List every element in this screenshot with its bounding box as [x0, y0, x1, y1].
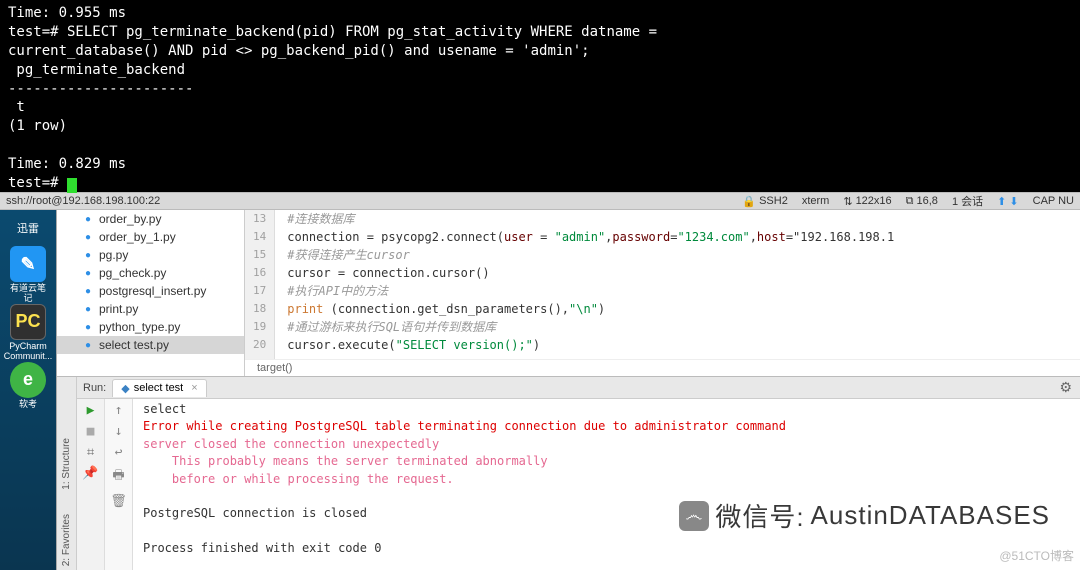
python-file-icon: ● [81, 284, 95, 298]
desktop-app-cloud-notes[interactable]: ✎有道云笔记 [7, 246, 49, 304]
trash-icon[interactable]: 🗑 [110, 494, 127, 509]
print-icon[interactable]: 🖶 [112, 466, 124, 488]
desktop-strip: 迅雷 ✎有道云笔记PCPyCharm Communit...e软考 [0, 210, 56, 570]
run-label: Run: [77, 382, 112, 394]
session-arrows[interactable]: ⬆ ⬇ [997, 195, 1019, 208]
run-header: Run: ◆ select test × ⚙ [77, 377, 1080, 399]
tree-file[interactable]: ●pg.py [57, 246, 244, 264]
python-file-icon: ● [81, 338, 95, 352]
tree-file[interactable]: ●print.py [57, 300, 244, 318]
python-file-icon: ● [81, 248, 95, 262]
session-count: 1 会话 [952, 193, 983, 209]
desktop-app-pycharm[interactable]: PCPyCharm Communit... [7, 304, 49, 362]
desktop-label-xunlei[interactable]: 迅雷 [17, 220, 39, 236]
run-toolbar-secondary: ↑ ↓ ↩ 🖶 🗑 [105, 399, 133, 570]
ssh-protocol: 🔒SSH2 [742, 195, 787, 208]
up-arrow-icon[interactable]: ↑ [115, 403, 123, 418]
tree-file[interactable]: ●order_by.py [57, 210, 244, 228]
python-file-icon: ● [81, 212, 95, 226]
lower-region: 迅雷 ✎有道云笔记PCPyCharm Communit...e软考 ●order… [0, 210, 1080, 570]
desktop-app-ruankao[interactable]: e软考 [7, 362, 49, 410]
tree-file[interactable]: ●select test.py [57, 336, 244, 354]
tree-file[interactable]: ●pg_check.py [57, 264, 244, 282]
tree-file[interactable]: ●order_by_1.py [57, 228, 244, 246]
python-file-icon: ● [81, 302, 95, 316]
run-tab-label: select test [134, 382, 184, 394]
term-type: xterm [802, 195, 830, 207]
cursor-position: ⧉ 16,8 [906, 195, 938, 208]
stop-icon[interactable]: ■ [87, 424, 95, 439]
python-file-icon: ● [81, 320, 95, 334]
tab-favorites[interactable]: 2: Favorites [61, 514, 72, 566]
pin-icon[interactable]: 📌 [82, 466, 98, 481]
editor[interactable]: 1314151617181920 #连接数据库connection = psyc… [245, 210, 1080, 376]
code-text[interactable]: #连接数据库connection = psycopg2.connect(user… [275, 210, 1080, 359]
left-tool-tabs[interactable]: 1: Structure 2: Favorites [57, 377, 77, 570]
ide-window: ●order_by.py●order_by_1.py●pg.py●pg_chec… [56, 210, 1080, 570]
soft-wrap-icon[interactable]: ↩ [115, 445, 123, 460]
python-file-icon: ● [81, 266, 95, 280]
rerun-icon[interactable]: ▶ [87, 403, 95, 418]
ssh-status-bar: ssh://root@192.168.198.100:22 🔒SSH2 xter… [0, 192, 1080, 210]
python-file-icon: ● [81, 230, 95, 244]
line-gutter: 1314151617181920 [245, 210, 275, 359]
run-panel: 1: Structure 2: Favorites Run: ◆ select … [57, 376, 1080, 570]
run-toolbar-primary: ▶ ■ ⌗ 📌 [77, 399, 105, 570]
term-flags: CAP NU [1033, 195, 1074, 207]
lock-icon: 🔒 [742, 195, 756, 208]
gear-icon[interactable]: ⚙ [1051, 379, 1080, 396]
tree-file[interactable]: ●postgresql_insert.py [57, 282, 244, 300]
run-tab[interactable]: ◆ select test × [112, 379, 206, 397]
project-tree[interactable]: ●order_by.py●order_by_1.py●pg.py●pg_chec… [57, 210, 245, 376]
python-icon: ◆ [121, 382, 129, 395]
breadcrumb[interactable]: target() [245, 359, 1080, 376]
ssh-connection-string: ssh://root@192.168.198.100:22 [6, 195, 728, 207]
down-arrow-icon[interactable]: ↓ [115, 424, 123, 439]
term-size: ⇅ 122x16 [843, 195, 891, 208]
tree-file[interactable]: ●python_type.py [57, 318, 244, 336]
terminal[interactable]: Time: 0.955 ms test=# SELECT pg_terminat… [0, 0, 1080, 192]
run-console[interactable]: select Error while creating PostgreSQL t… [133, 399, 1080, 570]
layout-icon[interactable]: ⌗ [87, 445, 94, 460]
close-icon[interactable]: × [191, 382, 197, 394]
tab-structure[interactable]: 1: Structure [61, 438, 72, 490]
